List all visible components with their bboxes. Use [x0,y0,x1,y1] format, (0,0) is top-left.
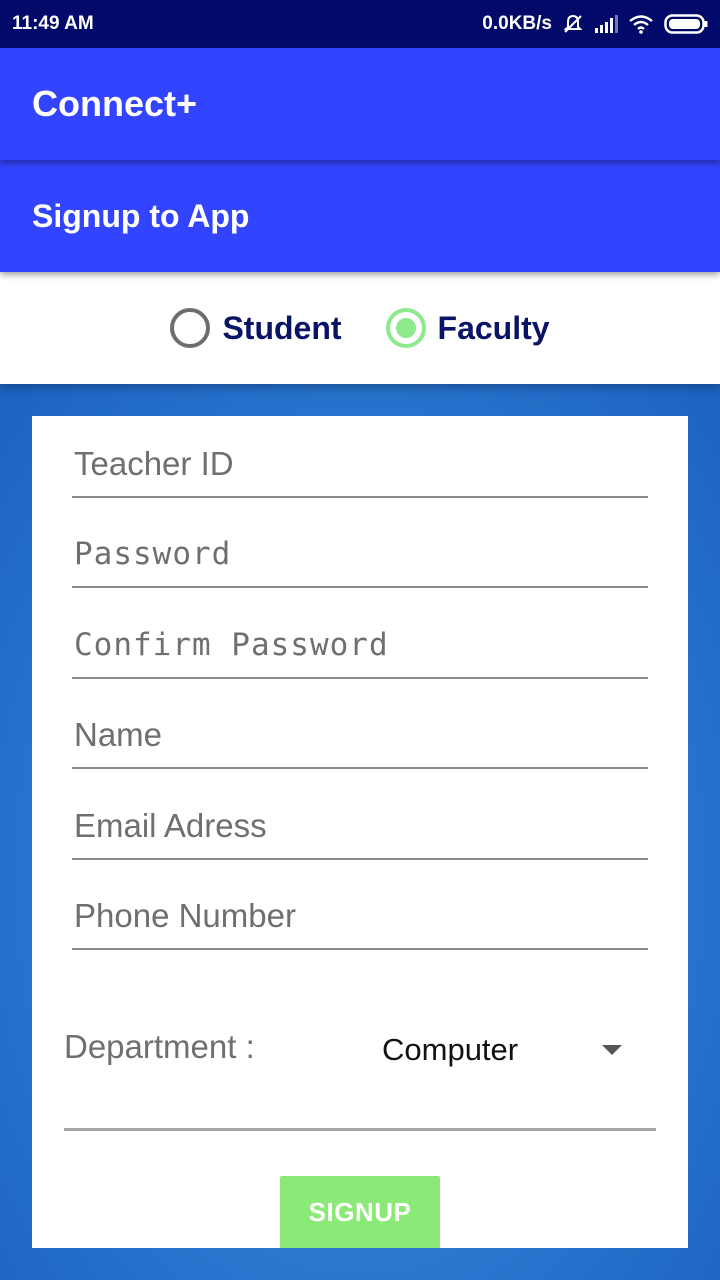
teacher-id-input[interactable] [72,438,648,496]
department-selected-value[interactable]: Computer [382,1032,518,1068]
radio-faculty-label[interactable]: Faculty [438,310,550,347]
email-input[interactable] [72,800,648,858]
radio-checked-icon[interactable] [385,308,426,348]
teacher-id-field [72,438,648,498]
department-label: Department : [64,1028,255,1065]
radio-unchecked-icon[interactable] [170,308,211,348]
app-title: Connect+ [32,83,198,124]
dropdown-arrow-icon[interactable] [602,1045,622,1055]
signal-icon [594,15,618,33]
page-header: Signup to App [0,160,720,272]
phone-input[interactable] [72,890,648,948]
status-bar: 11:49 AM 0.0KB/s [0,0,720,48]
wifi-icon [628,14,654,34]
name-input[interactable] [72,709,648,767]
network-speed: 0.0KB/s [482,13,552,34]
email-field [72,800,648,860]
confirm-password-field [72,619,648,679]
radio-faculty[interactable]: Faculty [385,308,550,348]
app-toolbar: Connect+ [0,48,720,160]
password-field [72,528,648,588]
role-selector: Student Faculty [0,272,720,384]
confirm-password-input[interactable] [72,619,648,677]
password-input[interactable] [72,528,648,586]
radio-student-label[interactable]: Student [222,310,341,347]
department-divider [64,1128,656,1131]
page-title: Signup to App [32,197,250,234]
phone-field [72,890,648,950]
status-time: 11:49 AM [12,13,94,34]
signup-form-card: Department : Computer SIGNUP [32,416,688,1248]
signup-button[interactable]: SIGNUP [280,1176,440,1248]
department-dropdown[interactable]: Computer [372,1020,632,1080]
status-icons: 0.0KB/s [482,13,708,35]
name-field [72,709,648,769]
radio-student[interactable]: Student [170,308,342,348]
mute-icon [562,13,584,35]
battery-icon [664,13,708,35]
